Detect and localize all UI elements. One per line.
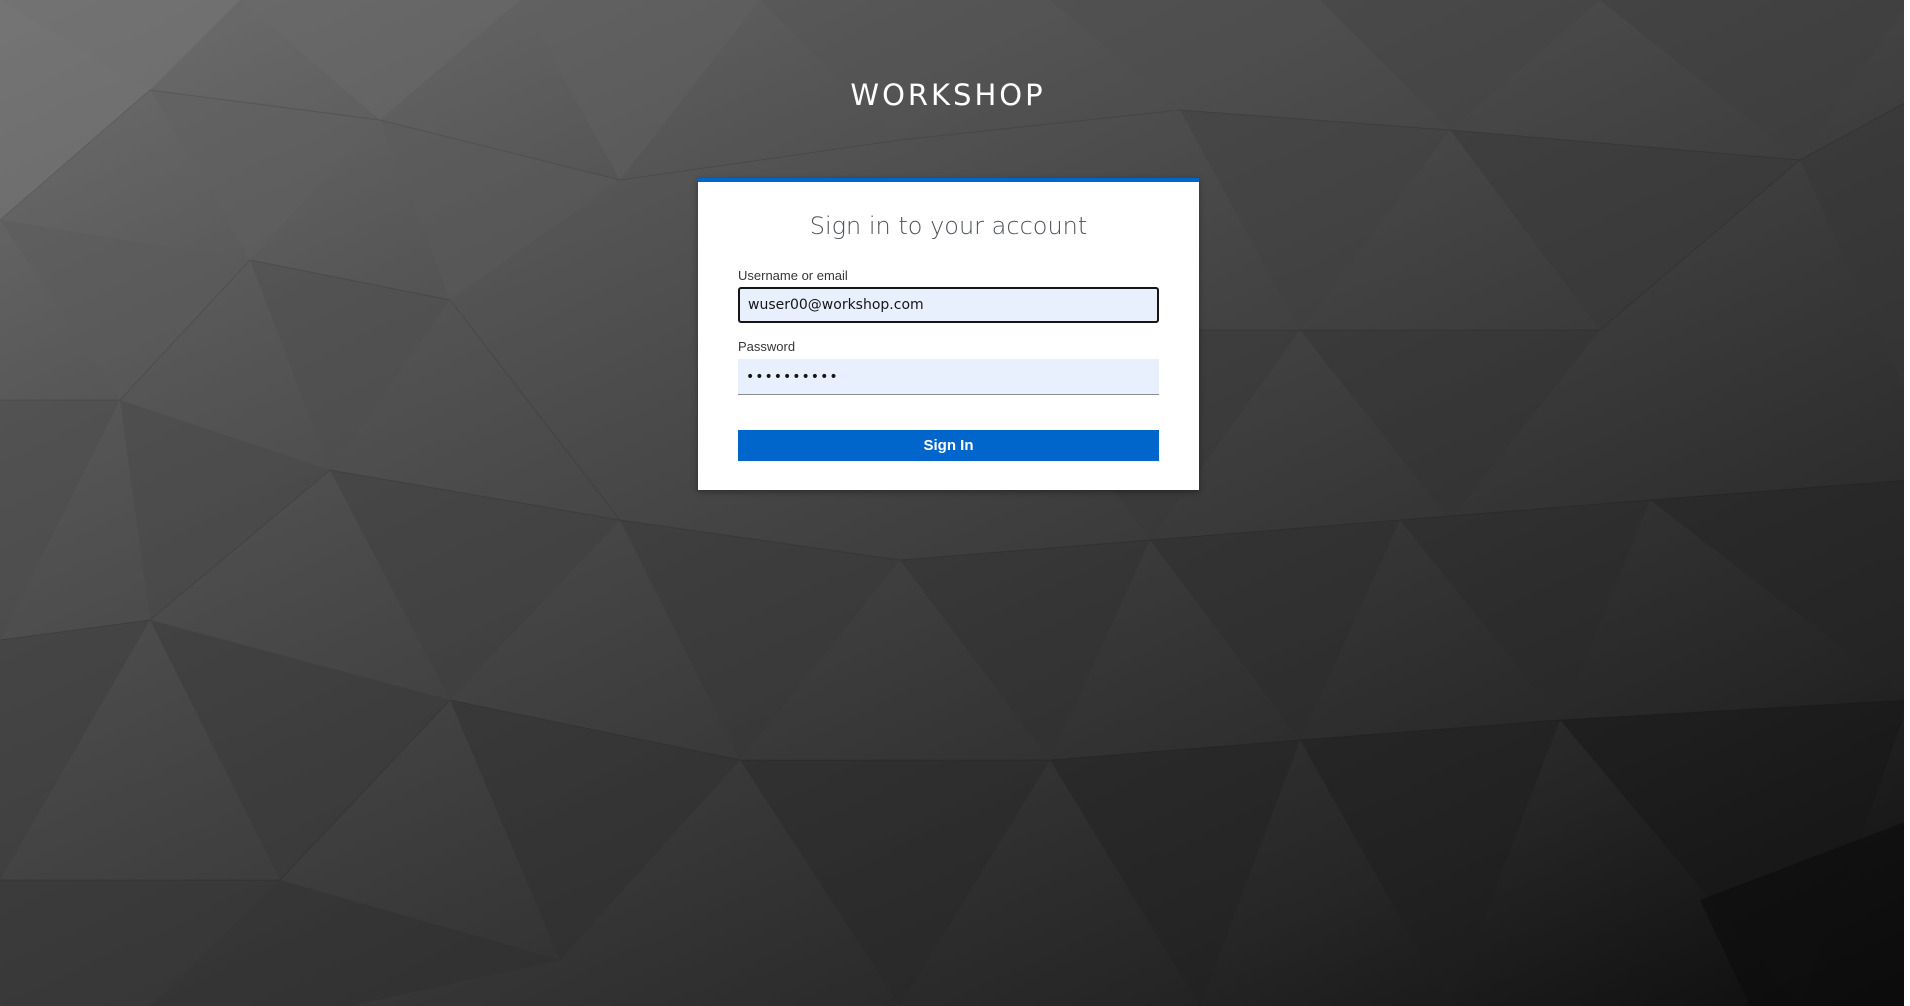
low-poly-background xyxy=(0,0,1910,1006)
window-edge xyxy=(1904,0,1910,1006)
login-page: WORKSHOP Sign in to your account Usernam… xyxy=(0,0,1910,1006)
password-input[interactable] xyxy=(738,359,1159,395)
brand-title: WORKSHOP xyxy=(850,78,1046,112)
password-label: Password xyxy=(738,339,796,354)
username-input[interactable] xyxy=(738,287,1159,323)
login-card: Sign in to your account Username or emai… xyxy=(698,178,1199,490)
login-title: Sign in to your account xyxy=(809,212,1088,240)
username-label: Username or email xyxy=(738,268,848,283)
sign-in-button[interactable]: Sign In xyxy=(738,430,1159,461)
